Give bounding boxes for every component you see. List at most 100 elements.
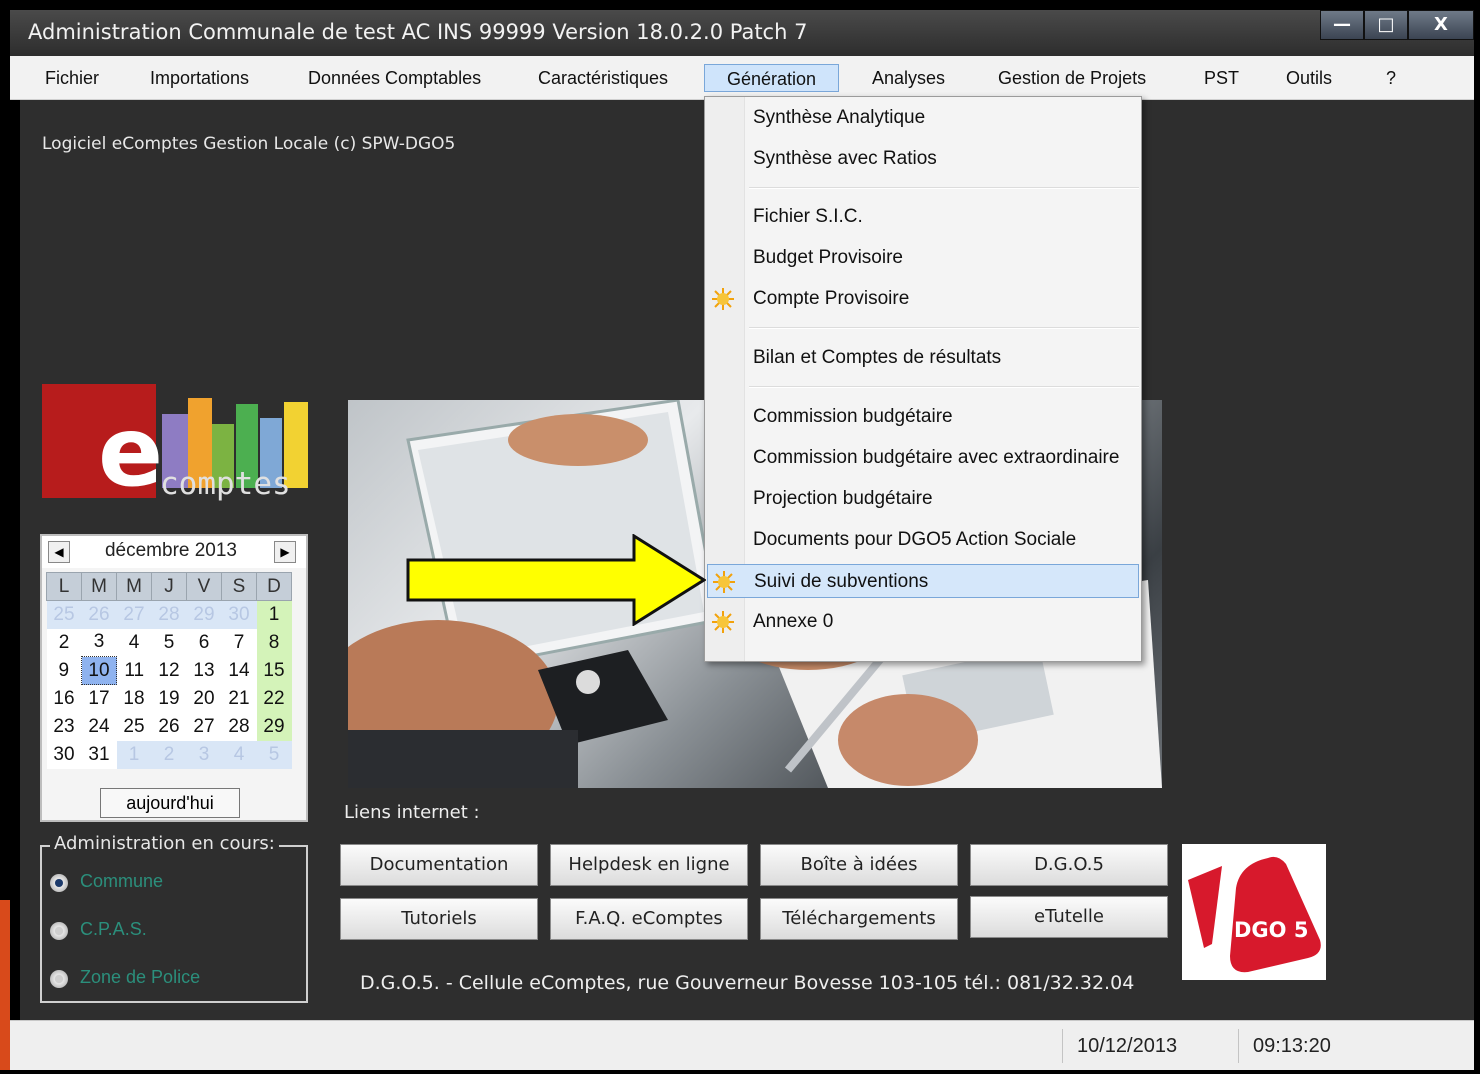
calendar-day-selected[interactable]: 10 xyxy=(81,656,117,685)
calendar-day[interactable]: 14 xyxy=(221,656,257,685)
menu-caracteristiques[interactable]: Caractéristiques xyxy=(538,64,668,92)
calendar-day[interactable]: 3 xyxy=(81,628,117,657)
idea-box-button[interactable]: Boîte à idées xyxy=(760,844,958,886)
calendar-day[interactable]: 16 xyxy=(46,684,82,713)
menu-item-budget-provisoire[interactable]: Budget Provisoire xyxy=(707,241,1139,275)
menu-donnees-comptables[interactable]: Données Comptables xyxy=(308,64,481,92)
menu-item-documents-dgo5[interactable]: Documents pour DGO5 Action Sociale xyxy=(707,523,1139,557)
menu-item-fichier-sic[interactable]: Fichier S.I.C. xyxy=(707,200,1139,234)
calendar-day[interactable]: 5 xyxy=(151,628,187,657)
calendar-day[interactable]: 6 xyxy=(186,628,222,657)
radio-button[interactable] xyxy=(50,922,68,940)
calendar-day[interactable]: 26 xyxy=(81,600,117,629)
calendar-day[interactable]: 19 xyxy=(151,684,187,713)
downloads-button[interactable]: Téléchargements xyxy=(760,898,958,940)
dgo5-logo[interactable]: DGO 5 xyxy=(1182,844,1326,980)
ecomptes-logo: e comptes xyxy=(42,384,310,504)
helpdesk-button[interactable]: Helpdesk en ligne xyxy=(550,844,748,886)
tutorials-button[interactable]: Tutoriels xyxy=(340,898,538,940)
etutelle-button[interactable]: eTutelle xyxy=(970,896,1168,938)
weekday-label: L xyxy=(46,572,82,601)
calendar-header: ◀ décembre 2013 ▶ xyxy=(42,536,306,568)
calendar-day[interactable]: 29 xyxy=(186,600,222,629)
calendar-day[interactable]: 4 xyxy=(221,740,257,769)
menu-item-bilan-comptes[interactable]: Bilan et Comptes de résultats xyxy=(707,341,1139,375)
month-calendar[interactable]: ◀ décembre 2013 ▶ L M M J V S D 25 26 27… xyxy=(40,534,308,822)
weekday-label: J xyxy=(151,572,187,601)
calendar-day[interactable]: 18 xyxy=(116,684,152,713)
radio-button-checked[interactable] xyxy=(50,874,68,892)
menu-analyses[interactable]: Analyses xyxy=(872,64,945,92)
menu-fichier[interactable]: Fichier xyxy=(45,64,99,92)
calendar-day[interactable]: 26 xyxy=(151,712,187,741)
logo-word: comptes xyxy=(160,466,291,502)
menu-help[interactable]: ? xyxy=(1386,64,1396,92)
menu-importations[interactable]: Importations xyxy=(150,64,249,92)
calendar-day[interactable]: 9 xyxy=(46,656,82,685)
chevron-left-icon[interactable]: ◀ xyxy=(48,541,70,563)
title-bar[interactable]: Administration Communale de test AC INS … xyxy=(10,10,1474,56)
status-bar: 10/12/2013 09:13:20 xyxy=(10,1020,1474,1070)
menu-pst[interactable]: PST xyxy=(1204,64,1239,92)
chevron-right-icon[interactable]: ▶ xyxy=(274,541,296,563)
generation-dropdown-menu: Synthèse Analytique Synthèse avec Ratios… xyxy=(704,96,1142,662)
calendar-day[interactable]: 13 xyxy=(186,656,222,685)
dgo5-logo-graphic xyxy=(1188,856,1321,973)
menu-item-commission-budgetaire[interactable]: Commission budgétaire xyxy=(707,400,1139,434)
menu-outils[interactable]: Outils xyxy=(1286,64,1332,92)
calendar-day[interactable]: 29 xyxy=(256,712,292,741)
menu-separator xyxy=(749,187,1139,189)
sun-icon xyxy=(713,571,735,593)
menu-generation[interactable]: Génération xyxy=(704,64,840,92)
calendar-day[interactable]: 4 xyxy=(116,628,152,657)
calendar-day[interactable]: 2 xyxy=(151,740,187,769)
maximize-button[interactable]: □ xyxy=(1364,10,1408,40)
menu-item-suivi-subventions[interactable]: Suivi de subventions xyxy=(707,564,1139,598)
calendar-day[interactable]: 3 xyxy=(186,740,222,769)
calendar-day[interactable]: 28 xyxy=(221,712,257,741)
radio-button[interactable] xyxy=(50,970,68,988)
calendar-day[interactable]: 24 xyxy=(81,712,117,741)
menu-item-annexe-0[interactable]: Annexe 0 xyxy=(707,605,1139,639)
today-button[interactable]: aujourd'hui xyxy=(100,788,240,818)
administration-label: Administration en cours: xyxy=(50,833,279,854)
calendar-day[interactable]: 22 xyxy=(256,684,292,713)
calendar-grid: L M M J V S D 25 26 27 28 29 30 1 2 3 4 … xyxy=(46,572,292,769)
calendar-day[interactable]: 28 xyxy=(151,600,187,629)
faq-button[interactable]: F.A.Q. eComptes xyxy=(550,898,748,940)
calendar-day[interactable]: 12 xyxy=(151,656,187,685)
calendar-day[interactable]: 7 xyxy=(221,628,257,657)
calendar-day[interactable]: 5 xyxy=(256,740,292,769)
dgo5-button[interactable]: D.G.O.5 xyxy=(970,844,1168,886)
menu-item-synthese-analytique[interactable]: Synthèse Analytique xyxy=(707,101,1139,135)
calendar-day[interactable]: 8 xyxy=(256,628,292,657)
menu-item-synthese-ratios[interactable]: Synthèse avec Ratios xyxy=(707,142,1139,176)
menu-item-label: Annexe 0 xyxy=(753,611,834,632)
calendar-day[interactable]: 25 xyxy=(116,712,152,741)
menu-item-commission-extraordinaire[interactable]: Commission budgétaire avec extraordinair… xyxy=(707,441,1139,475)
calendar-day[interactable]: 25 xyxy=(46,600,82,629)
weekday-label: M xyxy=(116,572,152,601)
calendar-day[interactable]: 30 xyxy=(221,600,257,629)
calendar-day[interactable]: 2 xyxy=(46,628,82,657)
menu-item-projection-budgetaire[interactable]: Projection budgétaire xyxy=(707,482,1139,516)
menu-bar: Fichier Importations Données Comptables … xyxy=(10,56,1474,100)
calendar-day[interactable]: 27 xyxy=(186,712,222,741)
calendar-day[interactable]: 15 xyxy=(256,656,292,685)
close-button[interactable]: X xyxy=(1408,10,1474,40)
calendar-day[interactable]: 21 xyxy=(221,684,257,713)
menu-gestion-de-projets[interactable]: Gestion de Projets xyxy=(998,64,1146,92)
calendar-day[interactable]: 1 xyxy=(256,600,292,629)
calendar-day[interactable]: 31 xyxy=(81,740,117,769)
calendar-day[interactable]: 17 xyxy=(81,684,117,713)
calendar-day[interactable]: 20 xyxy=(186,684,222,713)
calendar-day[interactable]: 23 xyxy=(46,712,82,741)
calendar-day[interactable]: 1 xyxy=(116,740,152,769)
weekday-label: S xyxy=(221,572,257,601)
minimize-button[interactable]: — xyxy=(1320,10,1364,40)
calendar-day[interactable]: 11 xyxy=(116,656,152,685)
menu-item-compte-provisoire[interactable]: Compte Provisoire xyxy=(707,282,1139,316)
documentation-button[interactable]: Documentation xyxy=(340,844,538,886)
calendar-day[interactable]: 30 xyxy=(46,740,82,769)
calendar-day[interactable]: 27 xyxy=(116,600,152,629)
